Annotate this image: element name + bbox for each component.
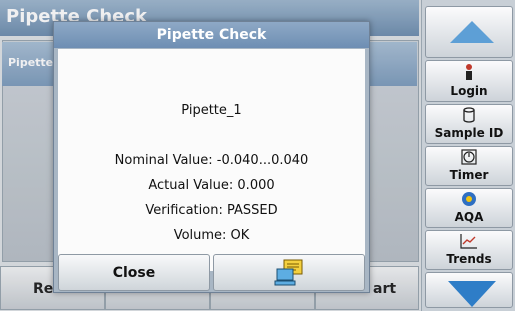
sample-id-button[interactable]: Sample ID [425, 104, 513, 144]
actual-value: Actual Value: 0.000 [148, 178, 275, 193]
aqa-icon [426, 191, 512, 211]
verification-status: Verification: PASSED [145, 203, 278, 218]
timer-button[interactable]: Timer [425, 146, 513, 186]
timer-label: Timer [449, 168, 489, 182]
aqa-label: AQA [454, 210, 484, 224]
cylinder-icon [426, 107, 512, 127]
triangle-up-icon [450, 21, 494, 43]
scroll-down-button[interactable] [425, 272, 513, 308]
sidebar: Login Sample ID Timer AQA Trends [421, 0, 515, 311]
nominal-value: Nominal Value: -0.040...0.040 [114, 153, 309, 168]
aqa-button[interactable]: AQA [425, 188, 513, 228]
close-button-label: Close [112, 265, 156, 281]
dialog-body: Pipette_1 Nominal Value: -0.040...0.040 … [58, 49, 365, 271]
login-button[interactable]: Login [425, 60, 513, 102]
triangle-down-icon [448, 281, 496, 307]
close-button[interactable]: Close [58, 254, 210, 291]
scroll-up-button[interactable] [425, 6, 513, 58]
pipette-name: Pipette_1 [181, 103, 242, 118]
transfer-button[interactable] [213, 254, 365, 291]
chart-icon [426, 233, 512, 253]
trends-label: Trends [446, 252, 492, 266]
stopwatch-icon [426, 149, 512, 169]
pipette-check-dialog: Pipette Check Pipette_1 Nominal Value: -… [53, 21, 370, 293]
person-icon [426, 63, 512, 85]
volume-status: Volume: OK [173, 228, 250, 243]
sample-id-label: Sample ID [434, 126, 504, 140]
dialog-title: Pipette Check [54, 22, 369, 48]
login-label: Login [450, 84, 488, 98]
trends-button[interactable]: Trends [425, 230, 513, 270]
computer-transfer-icon [274, 259, 306, 291]
